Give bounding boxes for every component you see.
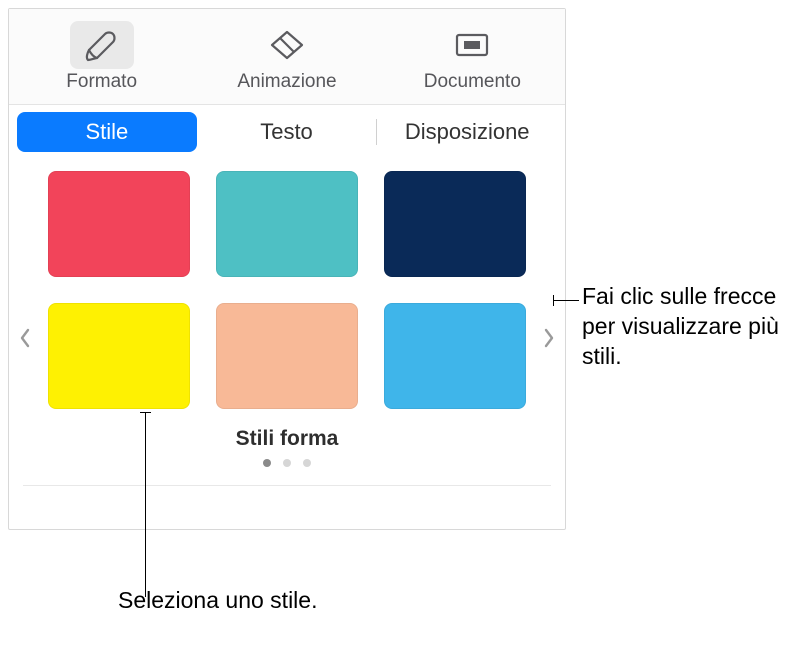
shape-styles-caption: Stili forma	[9, 427, 565, 451]
divider	[23, 485, 551, 486]
tab-arrange-label: Disposizione	[405, 119, 530, 145]
inspector-tabs: Stile Testo Disposizione	[9, 105, 565, 153]
page-dot-2[interactable]	[283, 459, 291, 467]
callout-leader-tick	[140, 412, 151, 413]
callout-leader-line	[553, 300, 579, 301]
brush-icon	[70, 21, 134, 69]
page-dot-1[interactable]	[263, 459, 271, 467]
callout-leader-tick	[553, 295, 554, 306]
document-icon	[440, 21, 504, 69]
style-swatch-teal[interactable]	[216, 171, 358, 277]
toolbar-format[interactable]: Formato	[9, 9, 194, 104]
inspector-panel: Formato Animazione Documento Stile	[8, 8, 566, 530]
style-swatch-yellow[interactable]	[48, 303, 190, 409]
style-swatch-light-blue[interactable]	[384, 303, 526, 409]
toolbar-format-label: Formato	[66, 71, 137, 93]
page-dot-3[interactable]	[303, 459, 311, 467]
toolbar-document-label: Documento	[424, 71, 521, 93]
tab-text[interactable]: Testo	[197, 112, 377, 152]
tab-arrange[interactable]: Disposizione	[377, 112, 557, 152]
toolbar-animation-label: Animazione	[237, 71, 336, 93]
tab-style[interactable]: Stile	[17, 112, 197, 152]
style-swatch-navy[interactable]	[384, 171, 526, 277]
style-swatch-red[interactable]	[48, 171, 190, 277]
toolbar-animation[interactable]: Animazione	[194, 9, 379, 104]
tab-text-label: Testo	[260, 119, 313, 145]
prev-styles-arrow[interactable]	[15, 323, 35, 353]
callout-leader-line	[145, 412, 146, 597]
callout-arrows: Fai clic sulle frecce per visualizzare p…	[582, 282, 782, 372]
top-toolbar: Formato Animazione Documento	[9, 9, 565, 105]
callout-select-style: Seleziona uno stile.	[118, 586, 317, 616]
chevron-left-icon	[19, 328, 31, 348]
chevron-right-icon	[543, 328, 555, 348]
next-styles-arrow[interactable]	[539, 323, 559, 353]
tab-style-label: Stile	[85, 119, 128, 145]
diamond-icon	[255, 21, 319, 69]
style-page-dots	[9, 459, 565, 467]
style-swatch-peach[interactable]	[216, 303, 358, 409]
style-swatch-grid	[48, 171, 526, 409]
toolbar-document[interactable]: Documento	[380, 9, 565, 104]
shape-styles-area: Stili forma	[9, 153, 565, 529]
